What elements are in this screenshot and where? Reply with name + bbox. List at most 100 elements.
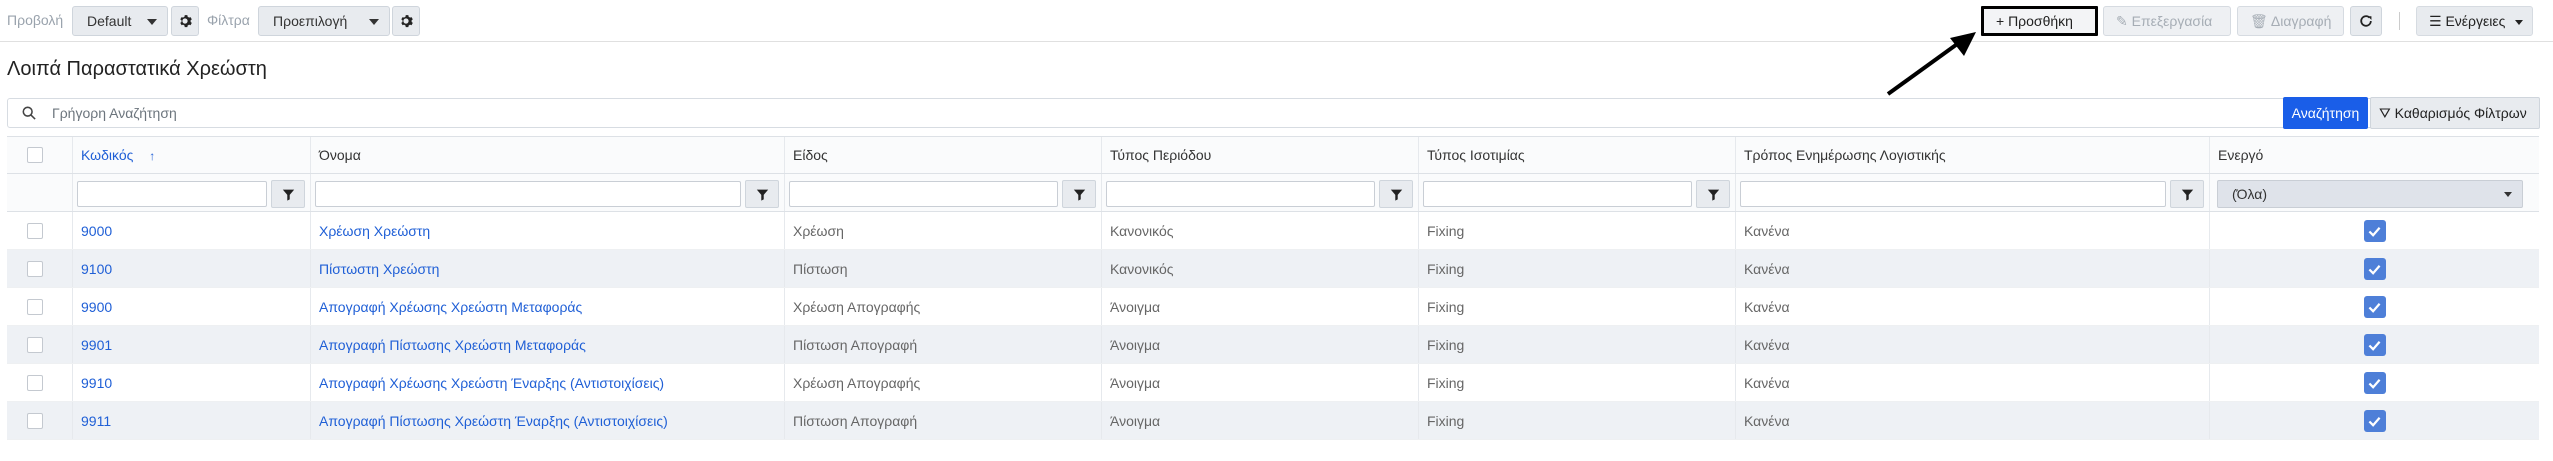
filter-name-cell	[311, 174, 785, 211]
cell-code[interactable]: 9901	[73, 326, 311, 363]
clear-filters-label: Καθαρισμός Φίλτρων	[2394, 105, 2527, 121]
clear-filters-button[interactable]: ⛛ Καθαρισμός Φίλτρων	[2370, 97, 2540, 129]
header-kind[interactable]: Είδος	[785, 137, 1102, 173]
header-code[interactable]: Κωδικός ↑	[73, 137, 311, 173]
active-checkbox[interactable]	[2363, 410, 2386, 432]
table-row[interactable]: 9000 Χρέωση Χρεώστη Χρέωση Κανονικός Fixing Κ…	[7, 212, 2539, 250]
filter-kind-input[interactable]	[789, 181, 1058, 207]
refresh-button[interactable]	[2350, 6, 2382, 36]
table-row[interactable]: 9901 Απογραφή Πίστωσης Χρεώστη Μεταφοράς Π…	[7, 326, 2539, 364]
filter-select[interactable]: Προεπιλογή	[258, 6, 390, 36]
cell-rate-type: Fixing	[1419, 250, 1736, 287]
view-select[interactable]: Default	[72, 6, 168, 36]
filter-rate-input[interactable]	[1423, 181, 1692, 207]
cell-name[interactable]: Απογραφή Πίστωσης Χρεώστη Μεταφοράς	[311, 326, 785, 363]
refresh-icon	[2360, 15, 2372, 27]
cell-code[interactable]: 9100	[73, 250, 311, 287]
delete-button-label: Διαγραφή	[2270, 13, 2332, 29]
trash-icon: 🗑	[2250, 13, 2268, 29]
header-rate-type[interactable]: Τύπος Ισοτιμίας	[1419, 137, 1736, 173]
active-checkbox[interactable]	[2363, 258, 2386, 280]
filter-period-input[interactable]	[1106, 181, 1375, 207]
cell-accounting-update: Κανένα	[1736, 364, 2210, 401]
row-checkbox[interactable]	[27, 375, 43, 391]
filter-active-select[interactable]: (Όλα)	[2217, 180, 2523, 208]
cell-name[interactable]: Πίστωστη Χρεώστη	[311, 250, 785, 287]
table-header: Κωδικός ↑ Όνομα Είδος Τύπος Περιόδου Τύπ…	[7, 136, 2539, 174]
header-select-all-cell	[7, 137, 73, 173]
row-select-cell	[7, 288, 73, 325]
top-toolbar: Προβολή Default Φίλτρα Προεπιλογή + Προσ…	[0, 0, 2553, 42]
cell-accounting-update: Κανένα	[1736, 402, 2210, 439]
active-checkbox[interactable]	[2363, 372, 2386, 394]
header-name-label: Όνομα	[319, 147, 361, 163]
cell-name[interactable]: Χρέωση Χρεώστη	[311, 212, 785, 249]
cell-kind: Χρέωση Απογραφής	[785, 288, 1102, 325]
menu-icon: ☰	[2429, 13, 2442, 29]
edit-button[interactable]: ✎ Επεξεργασία	[2103, 6, 2231, 36]
row-checkbox[interactable]	[27, 261, 43, 277]
filter-settings-button[interactable]	[392, 6, 420, 36]
filter-name-button[interactable]	[745, 180, 779, 208]
cell-name[interactable]: Απογραφή Πίστωσης Χρεώστη Έναρξης (Αντισ…	[311, 402, 785, 439]
filter-active-cell: (Όλα)	[2210, 174, 2539, 211]
cell-code[interactable]: 9910	[73, 364, 311, 401]
filter-code-button[interactable]	[271, 180, 305, 208]
header-period-type-label: Τύπος Περιόδου	[1110, 147, 1212, 163]
cell-active	[2210, 212, 2539, 249]
filter-kind-button[interactable]	[1062, 180, 1096, 208]
filter-rate-button[interactable]	[1696, 180, 1730, 208]
filter-period-button[interactable]	[1379, 180, 1413, 208]
view-settings-button[interactable]	[171, 6, 199, 36]
cell-code[interactable]: 9000	[73, 212, 311, 249]
table-row[interactable]: 9900 Απογραφή Χρέωσης Χρεώστη Μεταφοράς Χρ…	[7, 288, 2539, 326]
select-all-checkbox[interactable]	[27, 147, 43, 163]
cell-name[interactable]: Απογραφή Χρέωσης Χρεώστη Έναρξης (Αντιστ…	[311, 364, 785, 401]
chevron-down-icon	[2515, 19, 2524, 25]
cell-rate-type: Fixing	[1419, 402, 1736, 439]
table-row[interactable]: 9910 Απογραφή Χρέωσης Χρεώστη Έναρξης (Αν…	[7, 364, 2539, 402]
filter-name-input[interactable]	[315, 181, 741, 207]
active-checkbox[interactable]	[2363, 296, 2386, 318]
filter-code-cell	[73, 174, 311, 211]
header-period-type[interactable]: Τύπος Περιόδου	[1102, 137, 1419, 173]
search-icon	[22, 106, 36, 120]
row-select-cell	[7, 250, 73, 287]
actions-menu-button[interactable]: ☰ Ενέργειες	[2416, 6, 2533, 36]
row-checkbox[interactable]	[27, 413, 43, 429]
funnel-icon	[756, 189, 768, 201]
delete-button[interactable]: 🗑 Διαγραφή	[2237, 6, 2344, 36]
cell-code[interactable]: 9900	[73, 288, 311, 325]
clear-filter-icon: ⛛	[2379, 105, 2391, 121]
row-checkbox[interactable]	[27, 223, 43, 239]
cell-period-type: Άνοιγμα	[1102, 288, 1419, 325]
cell-name[interactable]: Απογραφή Χρέωσης Χρεώστη Μεταφοράς	[311, 288, 785, 325]
filter-accounting-button[interactable]	[2170, 180, 2204, 208]
gear-icon	[180, 15, 192, 28]
row-checkbox[interactable]	[27, 337, 43, 353]
add-button[interactable]: + Προσθήκη	[1981, 6, 2098, 36]
cell-accounting-update: Κανένα	[1736, 288, 2210, 325]
filter-accounting-input[interactable]	[1740, 181, 2166, 207]
quick-search-input[interactable]	[50, 102, 2270, 124]
chevron-down-icon	[369, 19, 379, 25]
table-row[interactable]: 9911 Απογραφή Πίστωσης Χρεώστη Έναρξης (Α…	[7, 402, 2539, 440]
header-accounting-update[interactable]: Τρόπος Ενημέρωσης Λογιστικής	[1736, 137, 2210, 173]
quick-search-bar	[7, 98, 2539, 128]
filter-code-input[interactable]	[77, 181, 267, 207]
cell-code[interactable]: 9911	[73, 402, 311, 439]
header-name[interactable]: Όνομα	[311, 137, 785, 173]
cell-active	[2210, 288, 2539, 325]
header-active[interactable]: Ενεργό	[2210, 137, 2539, 173]
page-title: Λοιπά Παραστατικά Χρεώστη	[7, 58, 267, 80]
search-button[interactable]: Αναζήτηση	[2283, 97, 2368, 129]
header-kind-label: Είδος	[793, 147, 828, 163]
row-checkbox[interactable]	[27, 299, 43, 315]
filter-rate-cell	[1419, 174, 1736, 211]
cell-accounting-update: Κανένα	[1736, 326, 2210, 363]
table-row[interactable]: 9100 Πίστωστη Χρεώστη Πίστωση Κανονικός Fixi…	[7, 250, 2539, 288]
active-checkbox[interactable]	[2363, 334, 2386, 356]
filter-row: (Όλα)	[7, 174, 2539, 212]
cell-period-type: Κανονικός	[1102, 212, 1419, 249]
active-checkbox[interactable]	[2363, 220, 2386, 242]
